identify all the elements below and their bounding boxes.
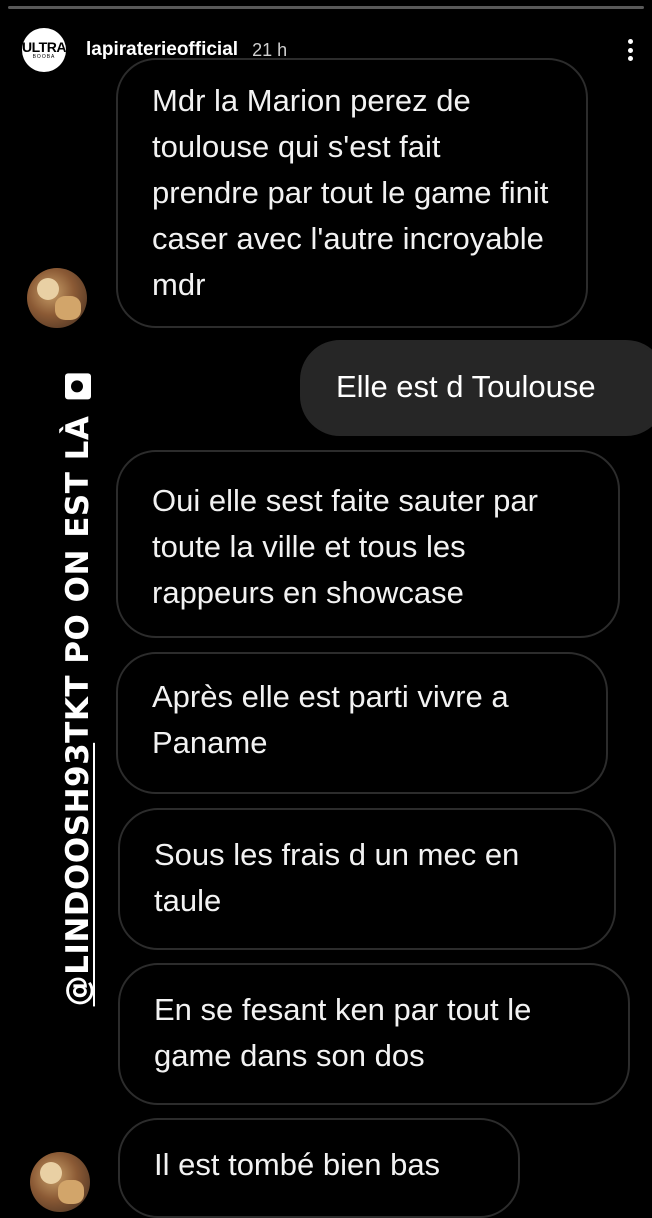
message-bubble-received: Il est tombé bien bas	[118, 1118, 520, 1218]
logo-text: ULTRA	[22, 39, 66, 55]
sender-avatar	[27, 268, 87, 328]
mention-sticker[interactable]: @LINDOOSH93 TKT PO ON EST LÀ	[60, 373, 96, 1007]
pirate-flag-icon	[65, 373, 91, 400]
message-bubble-received: Après elle est parti vivre a Paname	[116, 652, 608, 794]
account-avatar[interactable]: ULTRA BOOBA	[22, 28, 66, 72]
mention-handle: @LINDOOSH93	[60, 742, 96, 1007]
message-bubble-received: Oui elle sest faite sauter par toute la …	[116, 450, 620, 638]
message-bubble-sent: Elle est d Toulouse	[300, 340, 652, 436]
sender-avatar	[30, 1152, 90, 1212]
story-progress-bar	[8, 6, 644, 9]
logo-subtext: BOOBA	[32, 54, 56, 60]
message-bubble-received: Sous les frais d un mec en taule	[118, 808, 616, 950]
message-bubble-received: En se fesant ken par tout le game dans s…	[118, 963, 630, 1105]
sticker-text: TKT PO ON EST LÀ	[60, 415, 96, 743]
message-bubble-received: Mdr la Marion perez de toulouse qui s'es…	[116, 58, 588, 328]
more-options-icon[interactable]	[620, 35, 640, 65]
